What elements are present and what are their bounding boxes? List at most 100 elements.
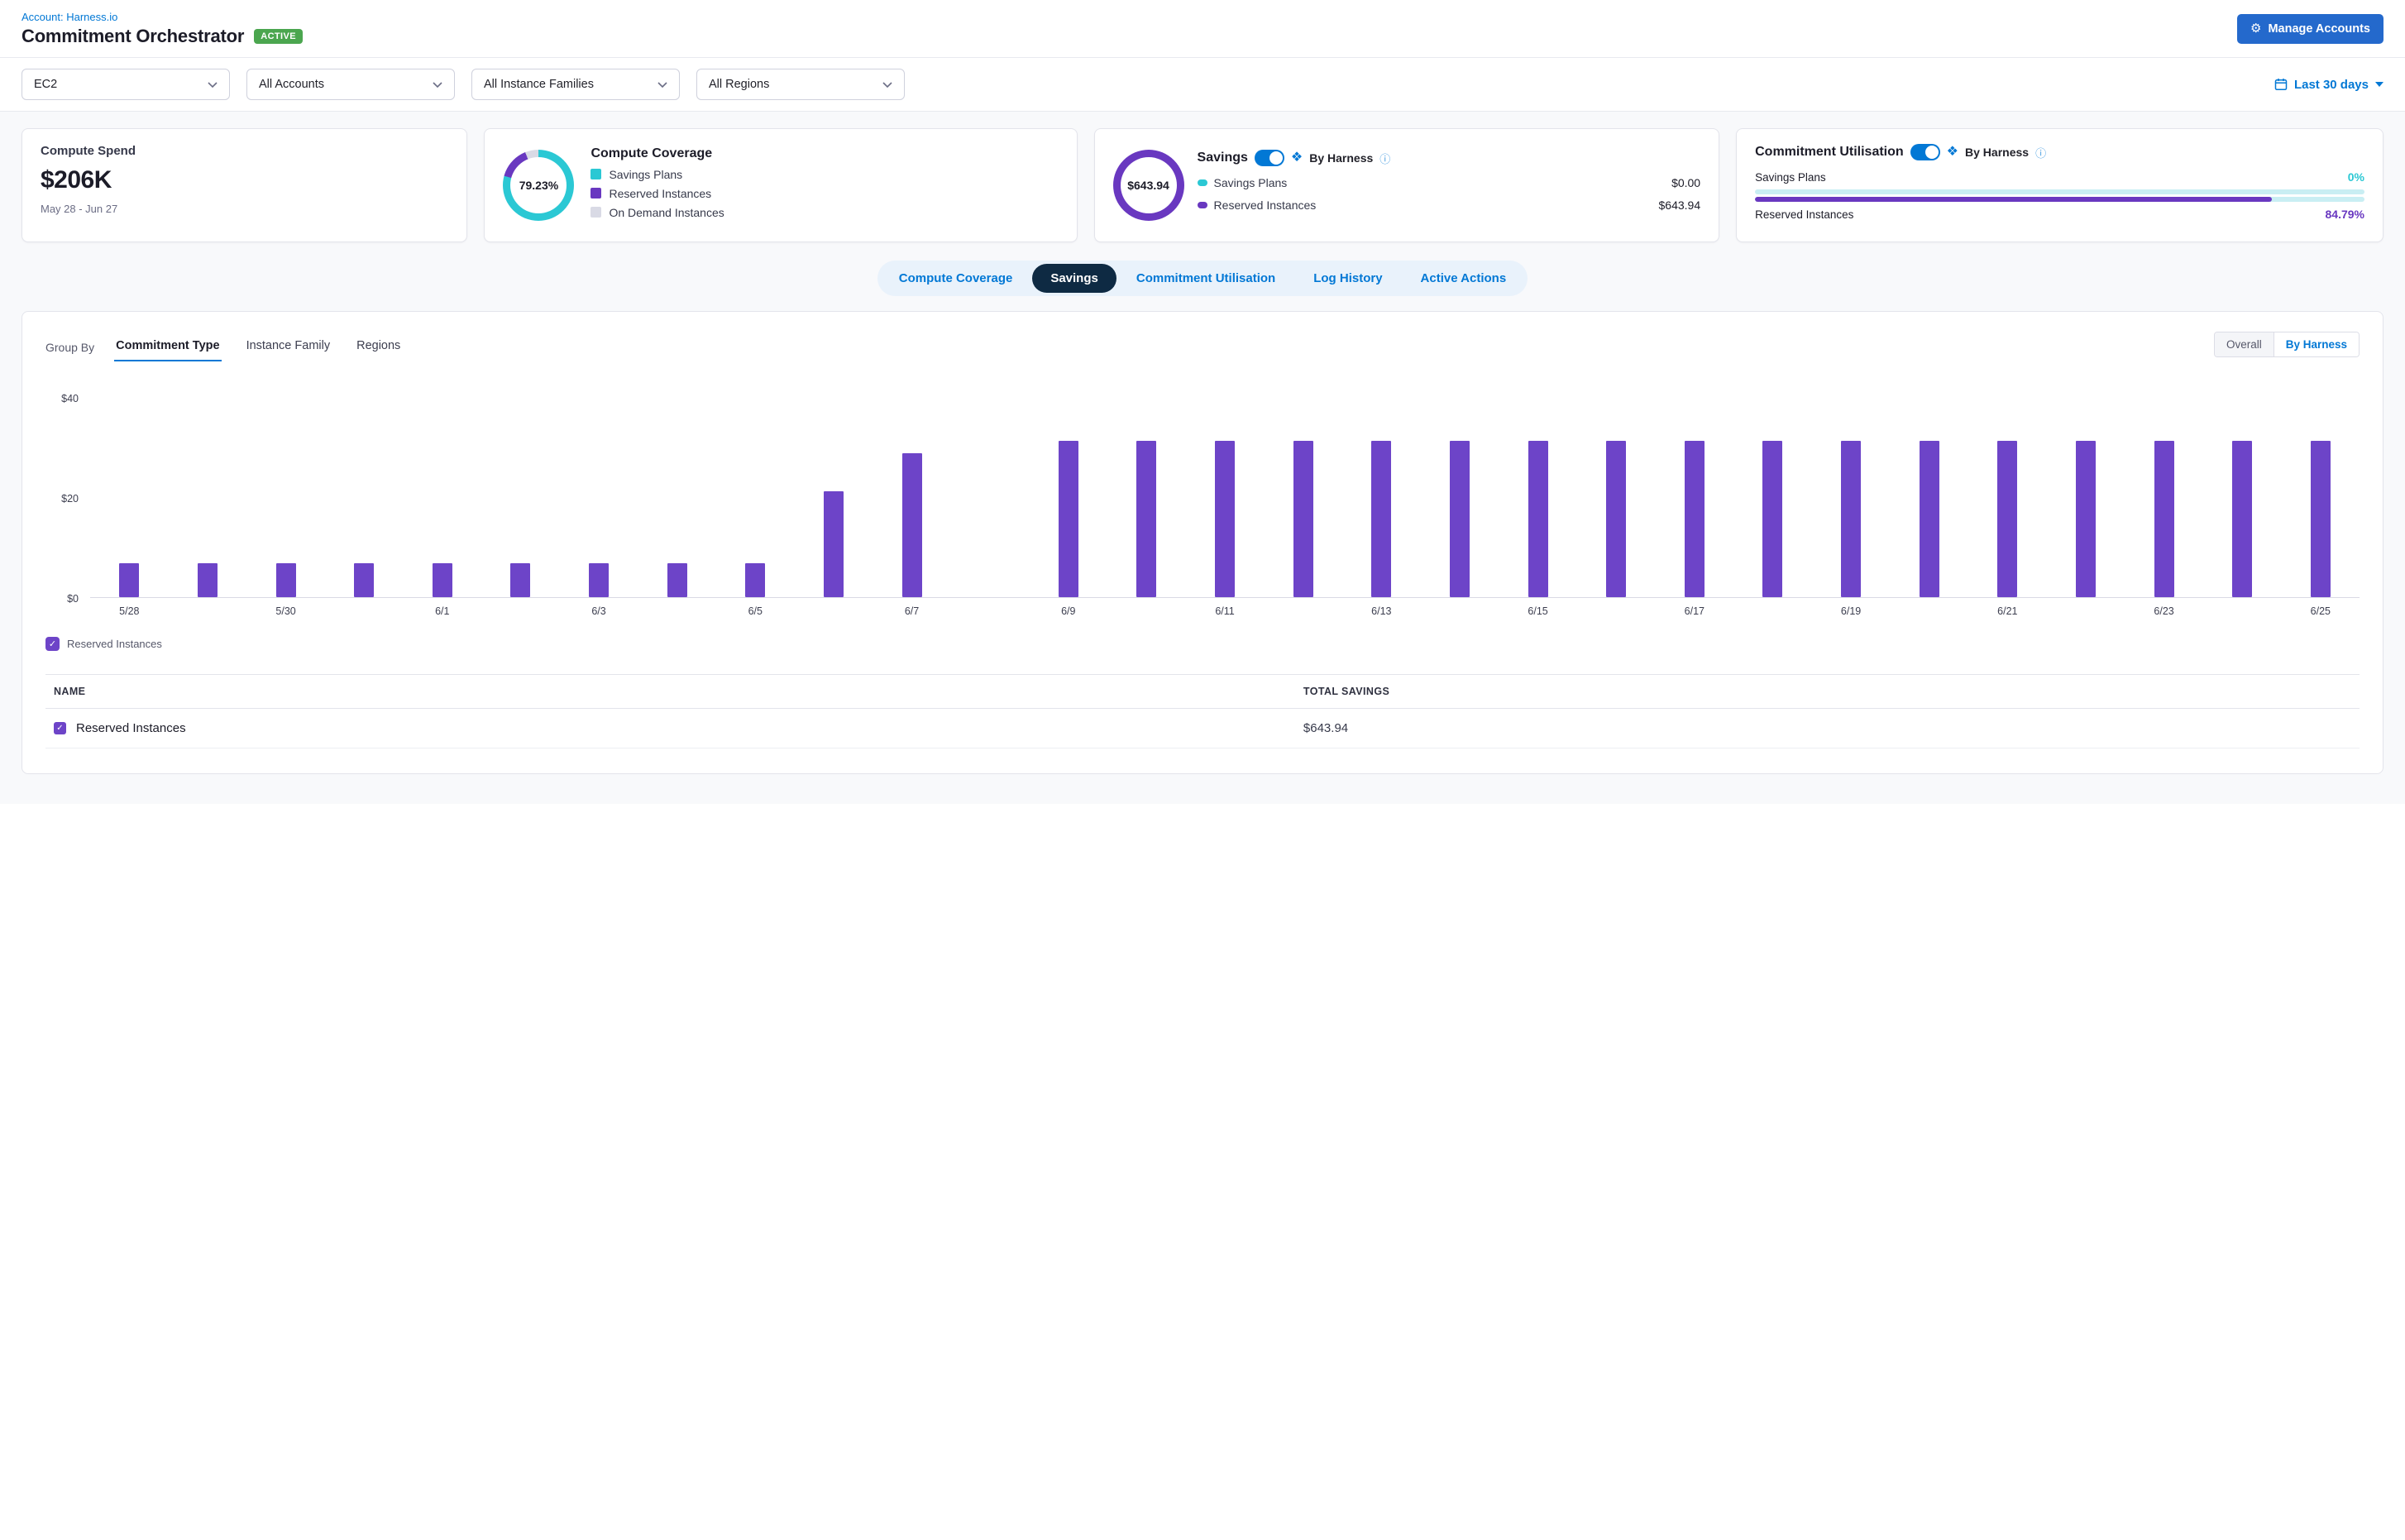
tab-savings[interactable]: Savings — [1032, 264, 1116, 293]
info-icon[interactable]: ⓘ — [1379, 151, 1390, 166]
bar-6-5[interactable] — [745, 563, 765, 597]
bar-6-12[interactable] — [1293, 441, 1313, 597]
utilisation-by-harness-label: By Harness — [1965, 146, 2029, 159]
coverage-legend-item-savings-plans: Savings Plans — [590, 168, 1058, 181]
coverage-legend-item-on-demand-instances: On Demand Instances — [590, 206, 1058, 219]
bar-6-9[interactable] — [1059, 441, 1078, 597]
bar-6-2[interactable] — [510, 563, 530, 597]
column-header-total-savings: TOTAL SAVINGS — [1295, 675, 2360, 709]
legend-label: On Demand Instances — [609, 206, 724, 219]
utilisation-progress-track — [1755, 197, 2364, 202]
savings-card-header: Savings ❖ By Harness ⓘ — [1198, 150, 1701, 166]
x-tick-label: 6/21 — [1968, 605, 2047, 617]
chart-legend-label: Reserved Instances — [67, 638, 162, 650]
date-range-label: Last 30 days — [2294, 78, 2369, 92]
bar-5-29[interactable] — [198, 563, 218, 597]
toggle-knob — [1925, 146, 1939, 159]
info-icon[interactable]: ⓘ — [2035, 145, 2046, 160]
accounts-select[interactable]: All Accounts — [246, 69, 455, 100]
bar-slot — [795, 398, 873, 597]
bar-6-13[interactable] — [1371, 441, 1391, 597]
legend-color-swatch — [590, 188, 601, 198]
utilisation-row-reserved-instances: Reserved Instances84.79% — [1755, 208, 2364, 221]
bar-6-4[interactable] — [667, 563, 687, 597]
view-segment-overall[interactable]: Overall — [2215, 332, 2274, 356]
group-by-row: Group By Commitment TypeInstance FamilyR… — [45, 332, 2360, 361]
x-tick-label: 6/3 — [560, 605, 638, 617]
manage-accounts-button[interactable]: ⚙ Manage Accounts — [2237, 14, 2383, 44]
chevron-down-icon — [208, 82, 218, 88]
accounts-select-value: All Accounts — [259, 78, 324, 91]
page-content: Compute Spend $206K May 28 - Jun 27 79.2… — [0, 112, 2405, 804]
service-select-value: EC2 — [34, 78, 57, 91]
date-range-picker[interactable]: Last 30 days — [2274, 78, 2383, 92]
bar-6-10[interactable] — [1136, 441, 1156, 597]
bar-6-23[interactable] — [2154, 441, 2174, 597]
name-cell: ✓Reserved Instances — [54, 721, 1287, 735]
bar-6-3[interactable] — [589, 563, 609, 597]
tab-commitment-utilisation[interactable]: Commitment Utilisation — [1118, 264, 1293, 293]
harness-logo-icon: ❖ — [1947, 146, 1958, 159]
bar-6-20[interactable] — [1920, 441, 1939, 597]
x-tick-label — [1890, 605, 1968, 617]
bar-6-22[interactable] — [2076, 441, 2096, 597]
regions-select[interactable]: All Regions — [696, 69, 905, 100]
bar-slot — [2282, 398, 2360, 597]
savings-by-harness-toggle[interactable] — [1255, 150, 1284, 166]
bar-slot — [2125, 398, 2203, 597]
x-tick-label: 6/5 — [716, 605, 795, 617]
bar-slot — [1968, 398, 2047, 597]
bar-6-18[interactable] — [1762, 441, 1782, 597]
instance-families-select[interactable]: All Instance Families — [471, 69, 680, 100]
bar-6-6[interactable] — [824, 491, 844, 597]
x-tick-label — [638, 605, 716, 617]
bar-6-15[interactable] — [1528, 441, 1548, 597]
compute-coverage-legend: Savings PlansReserved InstancesOn Demand… — [590, 168, 1058, 219]
utilisation-metric-label: Reserved Instances — [1755, 208, 1853, 221]
x-tick-label: 6/19 — [1812, 605, 1891, 617]
bar-6-7[interactable] — [902, 453, 922, 597]
bar-6-21[interactable] — [1997, 441, 2017, 597]
bar-6-16[interactable] — [1606, 441, 1626, 597]
utilisation-by-harness-toggle[interactable] — [1910, 144, 1940, 160]
tab-log-history[interactable]: Log History — [1295, 264, 1400, 293]
bar-6-24[interactable] — [2232, 441, 2252, 597]
chart-legend-item-reserved-instances[interactable]: ✓Reserved Instances — [45, 637, 162, 651]
toggle-knob — [1269, 151, 1283, 165]
tab-active-actions[interactable]: Active Actions — [1403, 264, 1525, 293]
tab-compute-coverage[interactable]: Compute Coverage — [881, 264, 1031, 293]
savings-donut-chart: $643.94 — [1113, 150, 1184, 221]
account-breadcrumb-link[interactable]: Account: Harness.io — [22, 11, 117, 23]
x-tick-label: 6/23 — [2125, 605, 2203, 617]
commitment-utilisation-title: Commitment Utilisation — [1755, 145, 1904, 160]
savings-row-value: $0.00 — [1671, 176, 1700, 189]
view-segment-by-harness[interactable]: By Harness — [2274, 332, 2359, 356]
bar-5-28[interactable] — [119, 563, 139, 597]
bar-5-31[interactable] — [354, 563, 374, 597]
savings-row-value: $643.94 — [1659, 198, 1701, 212]
chevron-down-icon — [433, 82, 442, 88]
table-row[interactable]: ✓Reserved Instances$643.94 — [45, 709, 2360, 748]
chart-y-axis: $0$20$40 — [45, 398, 90, 598]
bar-6-11[interactable] — [1215, 441, 1235, 597]
bar-6-1[interactable] — [433, 563, 452, 597]
group-tab-regions[interactable]: Regions — [355, 339, 402, 361]
bar-6-25[interactable] — [2311, 441, 2331, 597]
group-tab-commitment-type[interactable]: Commitment Type — [114, 339, 221, 361]
bar-6-17[interactable] — [1685, 441, 1705, 597]
utilisation-card-header: Commitment Utilisation ❖ By Harness ⓘ — [1755, 144, 2364, 160]
main-tabs: Compute CoverageSavingsCommitment Utilis… — [877, 261, 1528, 296]
bar-6-19[interactable] — [1841, 441, 1861, 597]
group-tab-instance-family[interactable]: Instance Family — [245, 339, 332, 361]
compute-coverage-donut-chart: 79.23% — [503, 150, 574, 221]
x-tick-label — [481, 605, 560, 617]
x-tick-label: 6/25 — [2282, 605, 2360, 617]
x-tick-label: 6/17 — [1656, 605, 1734, 617]
bar-6-14[interactable] — [1450, 441, 1470, 597]
service-select[interactable]: EC2 — [22, 69, 230, 100]
bar-5-30[interactable] — [276, 563, 296, 597]
savings-legend-rows: Savings Plans$0.00Reserved Instances$643… — [1198, 176, 1701, 212]
chart-x-axis: 5/285/306/16/36/56/76/96/116/136/156/176… — [90, 605, 2360, 617]
compute-spend-card: Compute Spend $206K May 28 - Jun 27 — [22, 128, 467, 242]
bar-slot — [1421, 398, 1499, 597]
